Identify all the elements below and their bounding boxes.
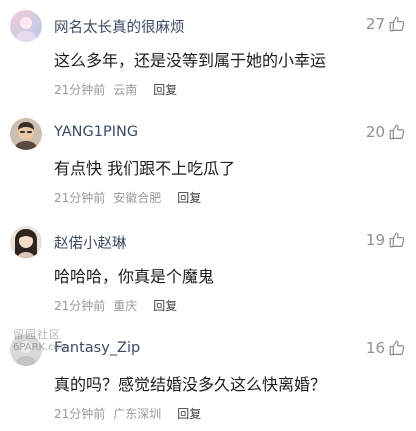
comment-meta: 21分钟前 云南 回复	[54, 81, 177, 98]
comment-time: 21分钟前	[54, 407, 106, 421]
watermark-line2: 6PARK.com	[13, 342, 70, 353]
like-count: 19	[365, 231, 385, 249]
thumbs-up-icon[interactable]	[388, 15, 406, 33]
like-button[interactable]: 19	[366, 230, 406, 250]
thumbs-up-icon[interactable]	[388, 123, 406, 141]
username[interactable]: 网名太长真的很麻烦	[54, 16, 185, 37]
thumbs-up-icon[interactable]	[388, 231, 406, 249]
reply-button[interactable]: 回复	[177, 189, 201, 206]
comment-location: 重庆	[113, 299, 138, 313]
comment-item: 赵偌小赵琳 19 哈哈哈，你真是个魔鬼 21分钟前 重庆 回复	[0, 216, 416, 323]
reply-button[interactable]: 回复	[153, 297, 177, 314]
watermark: 留园社区 6PARK.com	[13, 328, 83, 354]
avatar[interactable]	[10, 10, 42, 42]
like-count: 27	[365, 15, 385, 33]
comment-text: 有点快 我们跟不上吃瓜了	[54, 159, 236, 178]
comment-location: 广东深圳	[113, 407, 162, 421]
like-count: 20	[365, 123, 385, 141]
username[interactable]: 赵偌小赵琳	[54, 232, 127, 253]
comment-time: 21分钟前	[54, 83, 106, 97]
like-count: 16	[365, 339, 385, 357]
comment-meta: 21分钟前 广东深圳 回复	[54, 405, 201, 422]
comment-text: 哈哈哈，你真是个魔鬼	[54, 267, 215, 286]
comment-time: 21分钟前	[54, 299, 106, 313]
comment-text: 真的吗？感觉结婚没多久这么快离婚？	[54, 375, 327, 394]
username[interactable]: YANG1PING	[54, 124, 138, 140]
comment-location: 云南	[113, 83, 138, 97]
like-button[interactable]: 16	[366, 338, 406, 358]
comment-location: 安徽合肥	[113, 191, 162, 205]
comment-meta: 21分钟前 安徽合肥 回复	[54, 189, 201, 206]
like-button[interactable]: 27	[366, 14, 406, 34]
watermark-line1: 留园社区	[13, 328, 61, 341]
reply-button[interactable]: 回复	[153, 81, 177, 98]
thumbs-up-icon[interactable]	[388, 339, 406, 357]
avatar[interactable]	[10, 226, 42, 258]
comment-text: 这么多年，还是没等到属于她的小幸运	[54, 51, 327, 70]
comment-item: YANG1PING 20 有点快 我们跟不上吃瓜了 21分钟前 安徽合肥 回复	[0, 108, 416, 215]
reply-button[interactable]: 回复	[177, 405, 201, 422]
comment-time: 21分钟前	[54, 191, 106, 205]
like-button[interactable]: 20	[366, 122, 406, 142]
avatar[interactable]	[10, 118, 42, 150]
comment-item: 网名太长真的很麻烦 27 这么多年，还是没等到属于她的小幸运 21分钟前 云南 …	[0, 0, 416, 107]
comment-meta: 21分钟前 重庆 回复	[54, 297, 177, 314]
